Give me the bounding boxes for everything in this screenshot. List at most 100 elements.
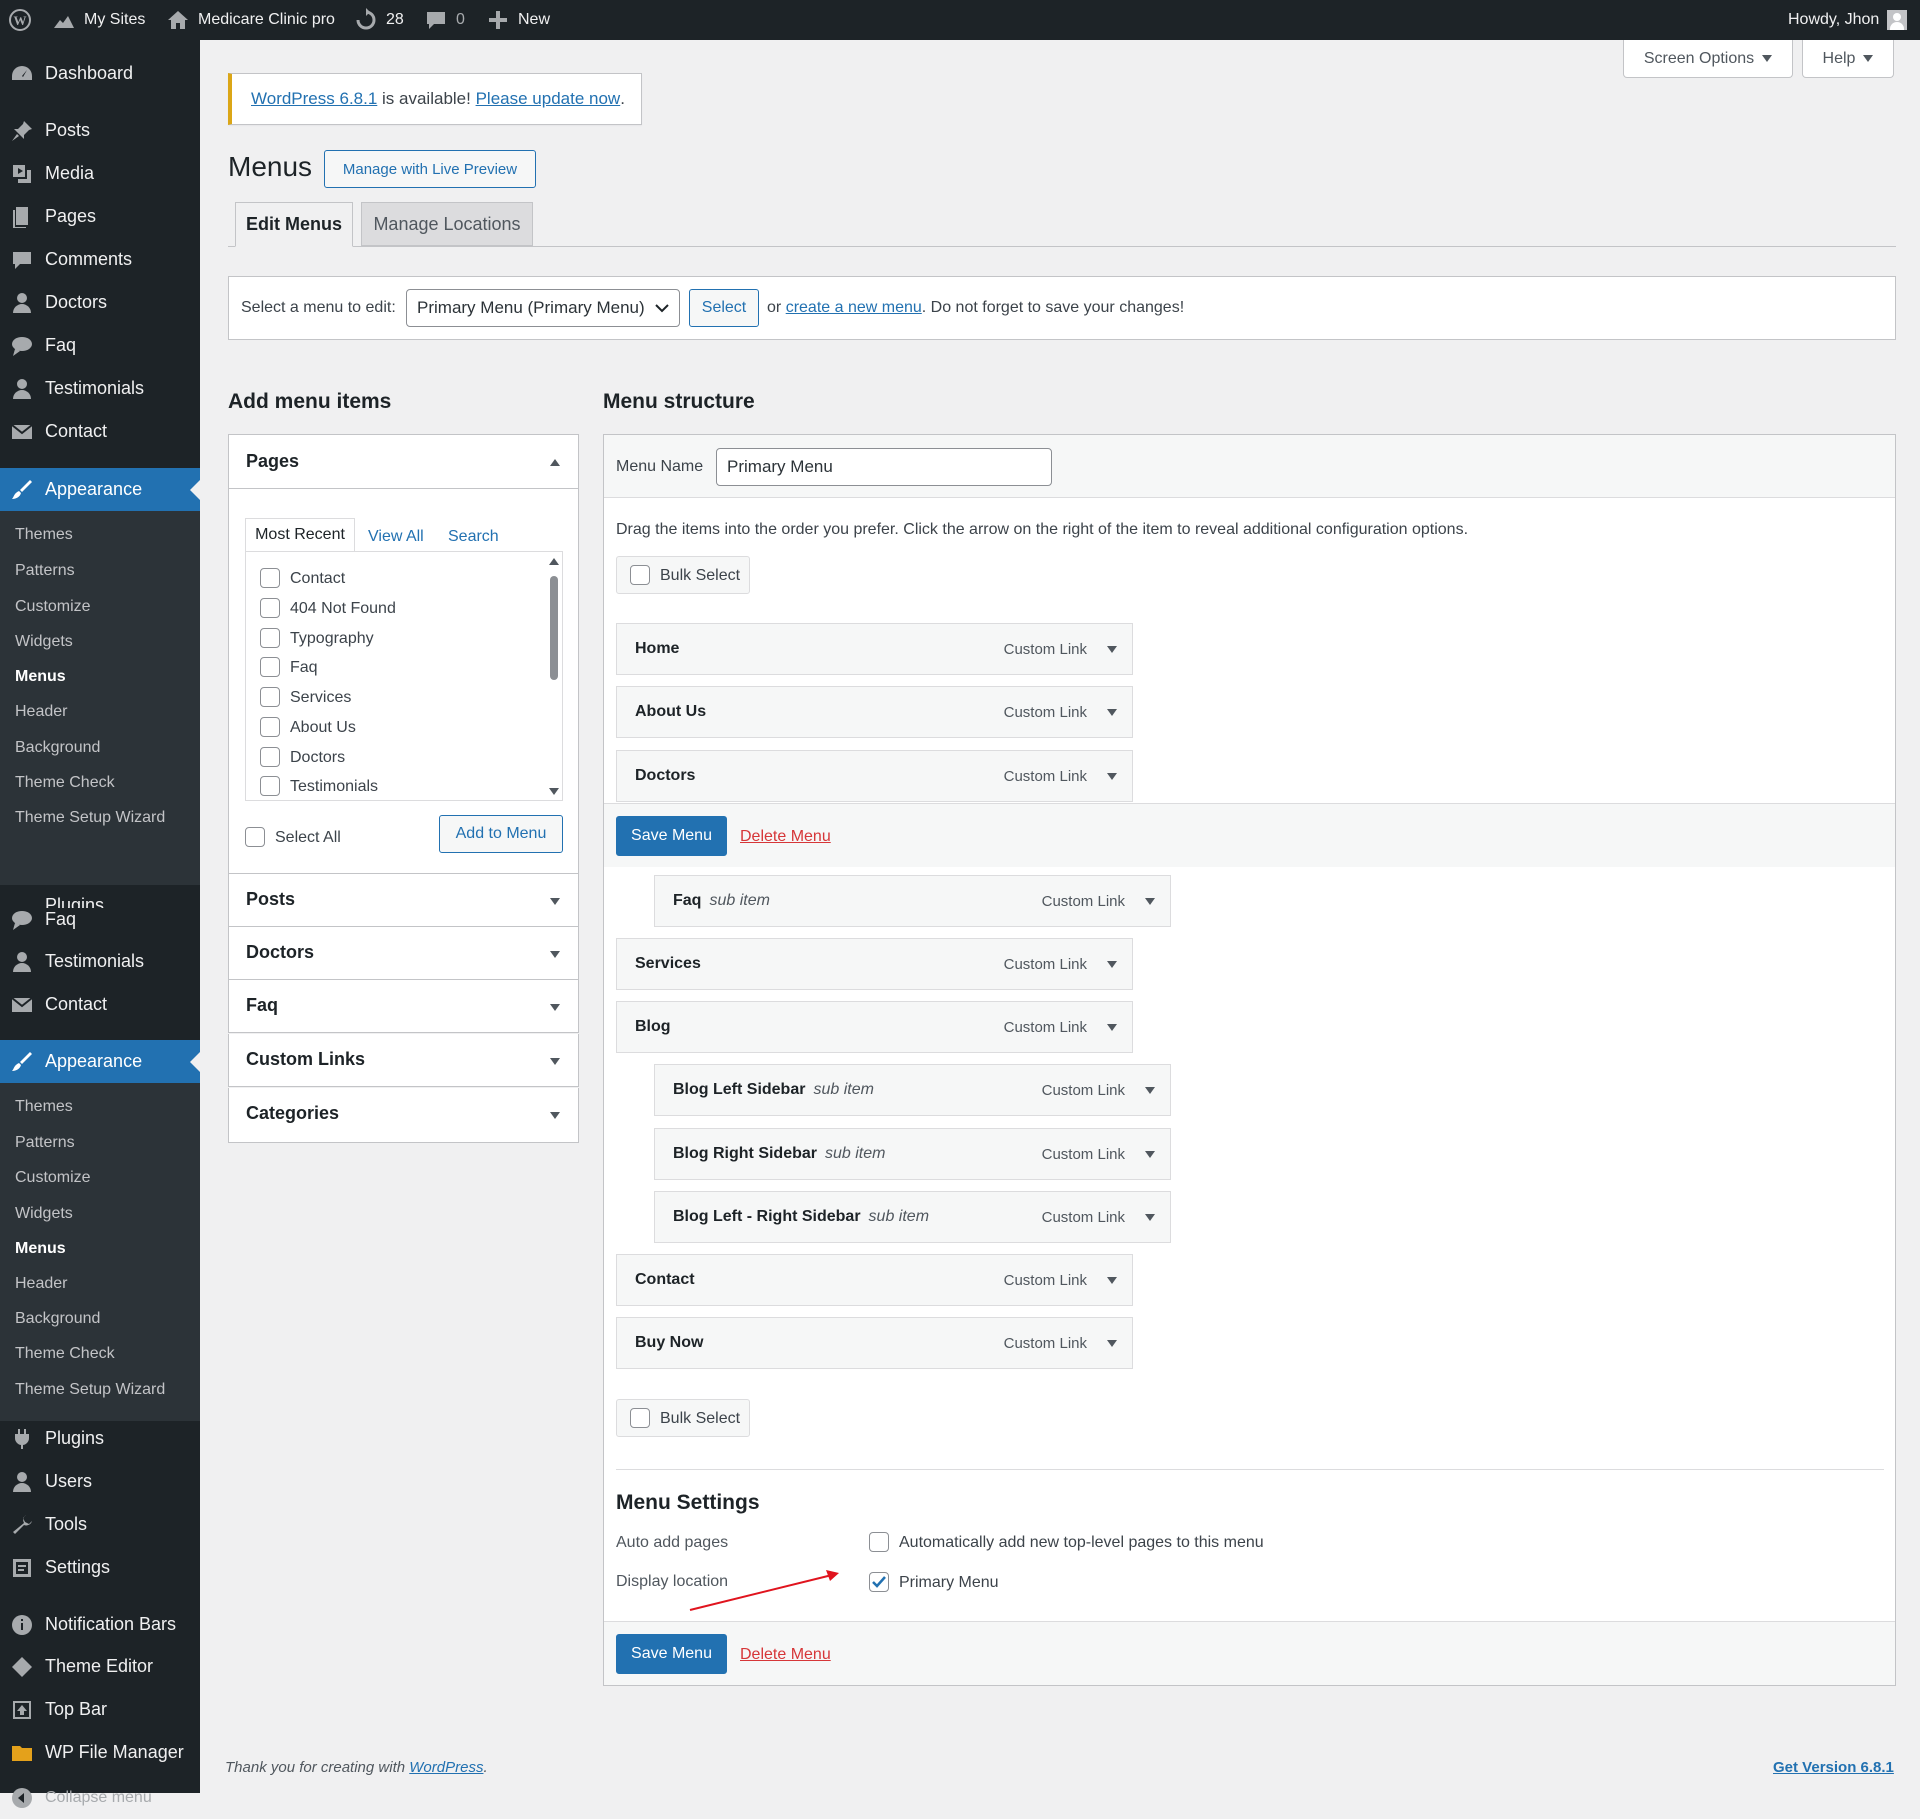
bulk-select-button-bottom[interactable]: Bulk Select <box>616 1399 750 1437</box>
chevron-down-icon[interactable] <box>1107 1024 1117 1031</box>
add-to-menu-button[interactable]: Add to Menu <box>439 815 563 853</box>
submenu-item-header[interactable]: Header <box>15 703 67 721</box>
menu-select-dropdown[interactable]: Primary Menu (Primary Menu) <box>406 289 680 327</box>
submenu-item-customize[interactable]: Customize <box>15 1169 91 1187</box>
sidebar-item-top-bar[interactable]: Top Bar <box>0 1688 200 1731</box>
sidebar-item-posts[interactable]: Posts <box>0 109 200 152</box>
chevron-down-icon[interactable] <box>1107 1277 1117 1284</box>
submenu-item-header[interactable]: Header <box>15 1275 67 1293</box>
submenu-item-menus[interactable]: Menus <box>15 668 66 686</box>
sidebar-item-tools[interactable]: Tools <box>0 1503 200 1546</box>
chevron-down-icon[interactable] <box>1145 1087 1155 1094</box>
delete-menu-link-bottom[interactable]: Delete Menu <box>740 1646 831 1664</box>
list-item[interactable]: Typography <box>260 628 540 650</box>
categories-accordion[interactable]: Categories <box>228 1088 579 1143</box>
my-sites-menu[interactable]: My Sites <box>52 0 145 40</box>
help-toggle[interactable]: Help <box>1802 40 1894 78</box>
menu-item-faq[interactable]: Faq sub item Custom Link <box>654 875 1171 927</box>
sidebar-item-comments[interactable]: Comments <box>0 238 200 281</box>
sidebar-item-settings[interactable]: Settings <box>0 1546 200 1589</box>
list-item[interactable]: Doctors <box>260 747 540 769</box>
scroll-up-icon[interactable] <box>549 558 559 565</box>
tab-edit-menus[interactable]: Edit Menus <box>235 202 353 247</box>
manage-live-preview-button[interactable]: Manage with Live Preview <box>324 150 536 188</box>
list-item[interactable]: Testimonials <box>260 776 540 798</box>
sidebar-item-testimonials-2[interactable]: Testimonials <box>0 940 200 983</box>
comments-menu[interactable]: 0 <box>424 0 465 40</box>
list-item[interactable]: Contact <box>260 568 540 590</box>
get-version-link[interactable]: Get Version 6.8.1 <box>1773 1759 1894 1776</box>
menu-item-buy-now[interactable]: Buy Now Custom Link <box>616 1317 1133 1369</box>
sidebar-item-plugins[interactable]: Plugins <box>0 1417 200 1460</box>
page-checkbox[interactable] <box>260 776 280 796</box>
submenu-item-customize[interactable]: Customize <box>15 598 91 616</box>
bulk-select-checkbox[interactable] <box>630 565 650 585</box>
sidebar-item-media[interactable]: Media <box>0 152 200 195</box>
pages-accordion-header[interactable]: Pages <box>229 435 578 489</box>
list-item[interactable]: About Us <box>260 717 540 739</box>
sidebar-item-faq-2[interactable]: Faq <box>0 898 200 941</box>
auto-add-checkbox[interactable] <box>869 1532 889 1552</box>
new-content-menu[interactable]: New <box>486 0 550 40</box>
chevron-down-icon[interactable] <box>1107 646 1117 653</box>
submenu-item-widgets[interactable]: Widgets <box>15 1205 73 1223</box>
sidebar-item-theme-editor[interactable]: Theme Editor <box>0 1645 200 1688</box>
collapse-menu-button[interactable]: Collapse menu <box>0 1776 200 1819</box>
menu-item-about-us[interactable]: About Us Custom Link <box>616 686 1133 738</box>
submenu-item-patterns[interactable]: Patterns <box>15 1134 75 1152</box>
chevron-down-icon[interactable] <box>1107 1340 1117 1347</box>
site-name-menu[interactable]: Medicare Clinic pro <box>166 0 335 40</box>
list-item[interactable]: Services <box>260 687 540 709</box>
submenu-item-theme-check[interactable]: Theme Check <box>15 774 115 792</box>
submenu-item-theme-check[interactable]: Theme Check <box>15 1345 115 1363</box>
scrollbar[interactable] <box>546 552 562 800</box>
menu-item-blog[interactable]: Blog Custom Link <box>616 1001 1133 1053</box>
screen-options-toggle[interactable]: Screen Options <box>1623 40 1793 78</box>
doctors-accordion[interactable]: Doctors <box>228 927 579 980</box>
page-checkbox[interactable] <box>260 568 280 588</box>
sidebar-item-users[interactable]: Users <box>0 1460 200 1503</box>
sidebar-item-contact[interactable]: Contact <box>0 410 200 453</box>
page-checkbox[interactable] <box>260 687 280 707</box>
sidebar-item-wp-file-manager[interactable]: WP File Manager <box>0 1731 200 1774</box>
sidebar-item-dashboard[interactable]: Dashboard <box>0 52 200 95</box>
page-checkbox[interactable] <box>260 717 280 737</box>
bulk-select-button-top[interactable]: Bulk Select <box>616 556 750 594</box>
menu-item-blog-right-sidebar[interactable]: Blog Right Sidebar sub item Custom Link <box>654 1128 1171 1180</box>
menu-item-contact[interactable]: Contact Custom Link <box>616 1254 1133 1306</box>
menu-item-doctors[interactable]: Doctors Custom Link <box>616 750 1133 802</box>
chevron-down-icon[interactable] <box>1145 1151 1155 1158</box>
submenu-item-patterns[interactable]: Patterns <box>15 562 75 580</box>
save-menu-button[interactable]: Save Menu <box>616 816 727 856</box>
faq-accordion[interactable]: Faq <box>228 980 579 1033</box>
sidebar-item-doctors[interactable]: Doctors <box>0 281 200 324</box>
menu-name-input[interactable]: Primary Menu <box>716 448 1052 486</box>
page-checkbox[interactable] <box>260 747 280 767</box>
select-all-checkbox[interactable] <box>245 827 265 847</box>
scroll-down-icon[interactable] <box>549 788 559 795</box>
bulk-select-checkbox[interactable] <box>630 1408 650 1428</box>
submenu-item-theme-setup-wizard[interactable]: Theme Setup Wizard <box>15 809 165 827</box>
my-account-menu[interactable]: Howdy, Jhon <box>1788 0 1908 40</box>
footer-wordpress-link[interactable]: WordPress <box>409 1759 483 1776</box>
sidebar-item-contact-2[interactable]: Contact <box>0 983 200 1026</box>
submenu-item-theme-setup-wizard[interactable]: Theme Setup Wizard <box>15 1381 165 1399</box>
page-checkbox[interactable] <box>260 628 280 648</box>
page-checkbox[interactable] <box>260 657 280 677</box>
page-checkbox[interactable] <box>260 598 280 618</box>
updates-menu[interactable]: 28 <box>354 0 404 40</box>
tab-search[interactable]: Search <box>448 528 499 546</box>
tab-most-recent[interactable]: Most Recent <box>245 518 355 552</box>
wordpress-version-link[interactable]: WordPress 6.8.1 <box>251 89 377 109</box>
sidebar-item-testimonials[interactable]: Testimonials <box>0 367 200 410</box>
chevron-down-icon[interactable] <box>1107 773 1117 780</box>
submenu-item-menus[interactable]: Menus <box>15 1240 66 1258</box>
chevron-down-icon[interactable] <box>1107 709 1117 716</box>
menu-item-services[interactable]: Services Custom Link <box>616 938 1133 990</box>
sidebar-item-pages[interactable]: Pages <box>0 195 200 238</box>
menu-item-home[interactable]: Home Custom Link <box>616 623 1133 675</box>
submenu-item-background[interactable]: Background <box>15 739 100 757</box>
tab-manage-locations[interactable]: Manage Locations <box>361 202 533 246</box>
sidebar-item-notification-bars[interactable]: Notification Bars <box>0 1603 200 1646</box>
tab-view-all[interactable]: View All <box>368 528 424 546</box>
